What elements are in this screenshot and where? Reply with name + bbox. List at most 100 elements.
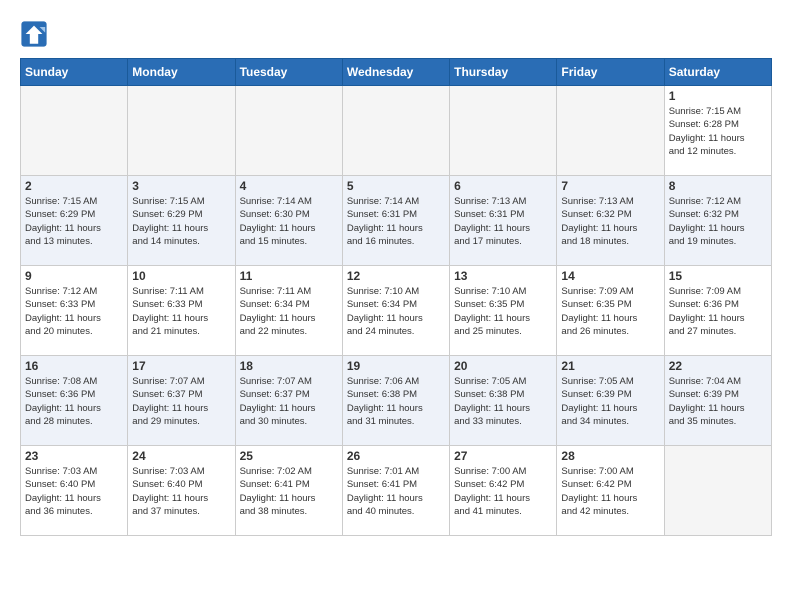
calendar-cell: 22 Sunrise: 7:04 AM Sunset: 6:39 PM Dayli… xyxy=(664,356,771,446)
day-number: 25 xyxy=(240,449,338,463)
header-sunday: Sunday xyxy=(21,59,128,86)
day-number: 17 xyxy=(132,359,230,373)
week-row-1: 1 Sunrise: 7:15 AM Sunset: 6:28 PM Daylig… xyxy=(21,86,772,176)
day-info: Sunrise: 7:00 AM Sunset: 6:42 PM Dayligh… xyxy=(561,465,659,518)
header-wednesday: Wednesday xyxy=(342,59,449,86)
calendar-cell xyxy=(342,86,449,176)
calendar-cell: 7 Sunrise: 7:13 AM Sunset: 6:32 PM Daylig… xyxy=(557,176,664,266)
calendar-cell xyxy=(235,86,342,176)
week-row-5: 23 Sunrise: 7:03 AM Sunset: 6:40 PM Dayli… xyxy=(21,446,772,536)
calendar-cell: 25 Sunrise: 7:02 AM Sunset: 6:41 PM Dayli… xyxy=(235,446,342,536)
day-info: Sunrise: 7:08 AM Sunset: 6:36 PM Dayligh… xyxy=(25,375,123,428)
day-number: 21 xyxy=(561,359,659,373)
day-info: Sunrise: 7:12 AM Sunset: 6:33 PM Dayligh… xyxy=(25,285,123,338)
day-number: 15 xyxy=(669,269,767,283)
day-info: Sunrise: 7:10 AM Sunset: 6:34 PM Dayligh… xyxy=(347,285,445,338)
day-number: 18 xyxy=(240,359,338,373)
calendar-cell xyxy=(557,86,664,176)
day-info: Sunrise: 7:01 AM Sunset: 6:41 PM Dayligh… xyxy=(347,465,445,518)
calendar-cell: 10 Sunrise: 7:11 AM Sunset: 6:33 PM Dayli… xyxy=(128,266,235,356)
day-number: 20 xyxy=(454,359,552,373)
calendar-cell: 23 Sunrise: 7:03 AM Sunset: 6:40 PM Dayli… xyxy=(21,446,128,536)
calendar-cell: 15Sunrise: 7:09 AM Sunset: 6:36 PM Dayli… xyxy=(664,266,771,356)
header-saturday: Saturday xyxy=(664,59,771,86)
logo xyxy=(20,20,50,48)
calendar-cell: 19 Sunrise: 7:06 AM Sunset: 6:38 PM Dayli… xyxy=(342,356,449,446)
calendar-cell: 2 Sunrise: 7:15 AM Sunset: 6:29 PM Daylig… xyxy=(21,176,128,266)
week-row-3: 9 Sunrise: 7:12 AM Sunset: 6:33 PM Daylig… xyxy=(21,266,772,356)
calendar-cell: 27 Sunrise: 7:00 AM Sunset: 6:42 PM Dayli… xyxy=(450,446,557,536)
calendar-cell: 11 Sunrise: 7:11 AM Sunset: 6:34 PM Dayli… xyxy=(235,266,342,356)
day-info: Sunrise: 7:15 AM Sunset: 6:29 PM Dayligh… xyxy=(25,195,123,248)
day-info: Sunrise: 7:00 AM Sunset: 6:42 PM Dayligh… xyxy=(454,465,552,518)
day-info: Sunrise: 7:15 AM Sunset: 6:29 PM Dayligh… xyxy=(132,195,230,248)
calendar-cell xyxy=(128,86,235,176)
day-number: 11 xyxy=(240,269,338,283)
day-number: 3 xyxy=(132,179,230,193)
day-number: 26 xyxy=(347,449,445,463)
calendar-cell: 3 Sunrise: 7:15 AM Sunset: 6:29 PM Daylig… xyxy=(128,176,235,266)
header-friday: Friday xyxy=(557,59,664,86)
day-number: 8 xyxy=(669,179,767,193)
calendar-cell: 26 Sunrise: 7:01 AM Sunset: 6:41 PM Dayli… xyxy=(342,446,449,536)
calendar-cell: 17 Sunrise: 7:07 AM Sunset: 6:37 PM Dayli… xyxy=(128,356,235,446)
calendar-cell: 24 Sunrise: 7:03 AM Sunset: 6:40 PM Dayli… xyxy=(128,446,235,536)
calendar-cell: 5Sunrise: 7:14 AM Sunset: 6:31 PM Daylig… xyxy=(342,176,449,266)
day-number: 16 xyxy=(25,359,123,373)
day-number: 10 xyxy=(132,269,230,283)
calendar-cell: 1 Sunrise: 7:15 AM Sunset: 6:28 PM Daylig… xyxy=(664,86,771,176)
day-number: 28 xyxy=(561,449,659,463)
day-info: Sunrise: 7:14 AM Sunset: 6:30 PM Dayligh… xyxy=(240,195,338,248)
day-number: 22 xyxy=(669,359,767,373)
header-monday: Monday xyxy=(128,59,235,86)
calendar-cell: 21 Sunrise: 7:05 AM Sunset: 6:39 PM Dayli… xyxy=(557,356,664,446)
calendar-cell xyxy=(664,446,771,536)
logo-icon xyxy=(20,20,48,48)
calendar-cell xyxy=(450,86,557,176)
days-header-row: SundayMondayTuesdayWednesdayThursdayFrid… xyxy=(21,59,772,86)
day-info: Sunrise: 7:06 AM Sunset: 6:38 PM Dayligh… xyxy=(347,375,445,428)
page-header xyxy=(20,20,772,48)
header-thursday: Thursday xyxy=(450,59,557,86)
calendar-cell: 14 Sunrise: 7:09 AM Sunset: 6:35 PM Dayli… xyxy=(557,266,664,356)
day-number: 13 xyxy=(454,269,552,283)
day-info: Sunrise: 7:05 AM Sunset: 6:39 PM Dayligh… xyxy=(561,375,659,428)
day-number: 7 xyxy=(561,179,659,193)
day-number: 9 xyxy=(25,269,123,283)
day-number: 27 xyxy=(454,449,552,463)
day-number: 14 xyxy=(561,269,659,283)
day-info: Sunrise: 7:03 AM Sunset: 6:40 PM Dayligh… xyxy=(132,465,230,518)
calendar-table: SundayMondayTuesdayWednesdayThursdayFrid… xyxy=(20,58,772,536)
day-number: 12 xyxy=(347,269,445,283)
day-number: 1 xyxy=(669,89,767,103)
day-number: 24 xyxy=(132,449,230,463)
day-number: 23 xyxy=(25,449,123,463)
day-number: 4 xyxy=(240,179,338,193)
week-row-2: 2 Sunrise: 7:15 AM Sunset: 6:29 PM Daylig… xyxy=(21,176,772,266)
calendar-cell: 16 Sunrise: 7:08 AM Sunset: 6:36 PM Dayli… xyxy=(21,356,128,446)
calendar-cell: 9 Sunrise: 7:12 AM Sunset: 6:33 PM Daylig… xyxy=(21,266,128,356)
calendar-cell: 28 Sunrise: 7:00 AM Sunset: 6:42 PM Dayli… xyxy=(557,446,664,536)
day-number: 19 xyxy=(347,359,445,373)
day-info: Sunrise: 7:09 AM Sunset: 6:35 PM Dayligh… xyxy=(561,285,659,338)
day-info: Sunrise: 7:13 AM Sunset: 6:32 PM Dayligh… xyxy=(561,195,659,248)
calendar-cell: 20 Sunrise: 7:05 AM Sunset: 6:38 PM Dayli… xyxy=(450,356,557,446)
day-info: Sunrise: 7:05 AM Sunset: 6:38 PM Dayligh… xyxy=(454,375,552,428)
calendar-cell: 13 Sunrise: 7:10 AM Sunset: 6:35 PM Dayli… xyxy=(450,266,557,356)
calendar-cell xyxy=(21,86,128,176)
day-info: Sunrise: 7:10 AM Sunset: 6:35 PM Dayligh… xyxy=(454,285,552,338)
day-info: Sunrise: 7:04 AM Sunset: 6:39 PM Dayligh… xyxy=(669,375,767,428)
calendar-cell: 12 Sunrise: 7:10 AM Sunset: 6:34 PM Dayli… xyxy=(342,266,449,356)
day-info: Sunrise: 7:15 AM Sunset: 6:28 PM Dayligh… xyxy=(669,105,767,158)
day-info: Sunrise: 7:11 AM Sunset: 6:34 PM Dayligh… xyxy=(240,285,338,338)
header-tuesday: Tuesday xyxy=(235,59,342,86)
day-info: Sunrise: 7:03 AM Sunset: 6:40 PM Dayligh… xyxy=(25,465,123,518)
calendar-cell: 8 Sunrise: 7:12 AM Sunset: 6:32 PM Daylig… xyxy=(664,176,771,266)
day-info: Sunrise: 7:14 AM Sunset: 6:31 PM Dayligh… xyxy=(347,195,445,248)
day-info: Sunrise: 7:11 AM Sunset: 6:33 PM Dayligh… xyxy=(132,285,230,338)
week-row-4: 16 Sunrise: 7:08 AM Sunset: 6:36 PM Dayli… xyxy=(21,356,772,446)
day-info: Sunrise: 7:02 AM Sunset: 6:41 PM Dayligh… xyxy=(240,465,338,518)
day-info: Sunrise: 7:12 AM Sunset: 6:32 PM Dayligh… xyxy=(669,195,767,248)
day-info: Sunrise: 7:07 AM Sunset: 6:37 PM Dayligh… xyxy=(132,375,230,428)
day-number: 2 xyxy=(25,179,123,193)
